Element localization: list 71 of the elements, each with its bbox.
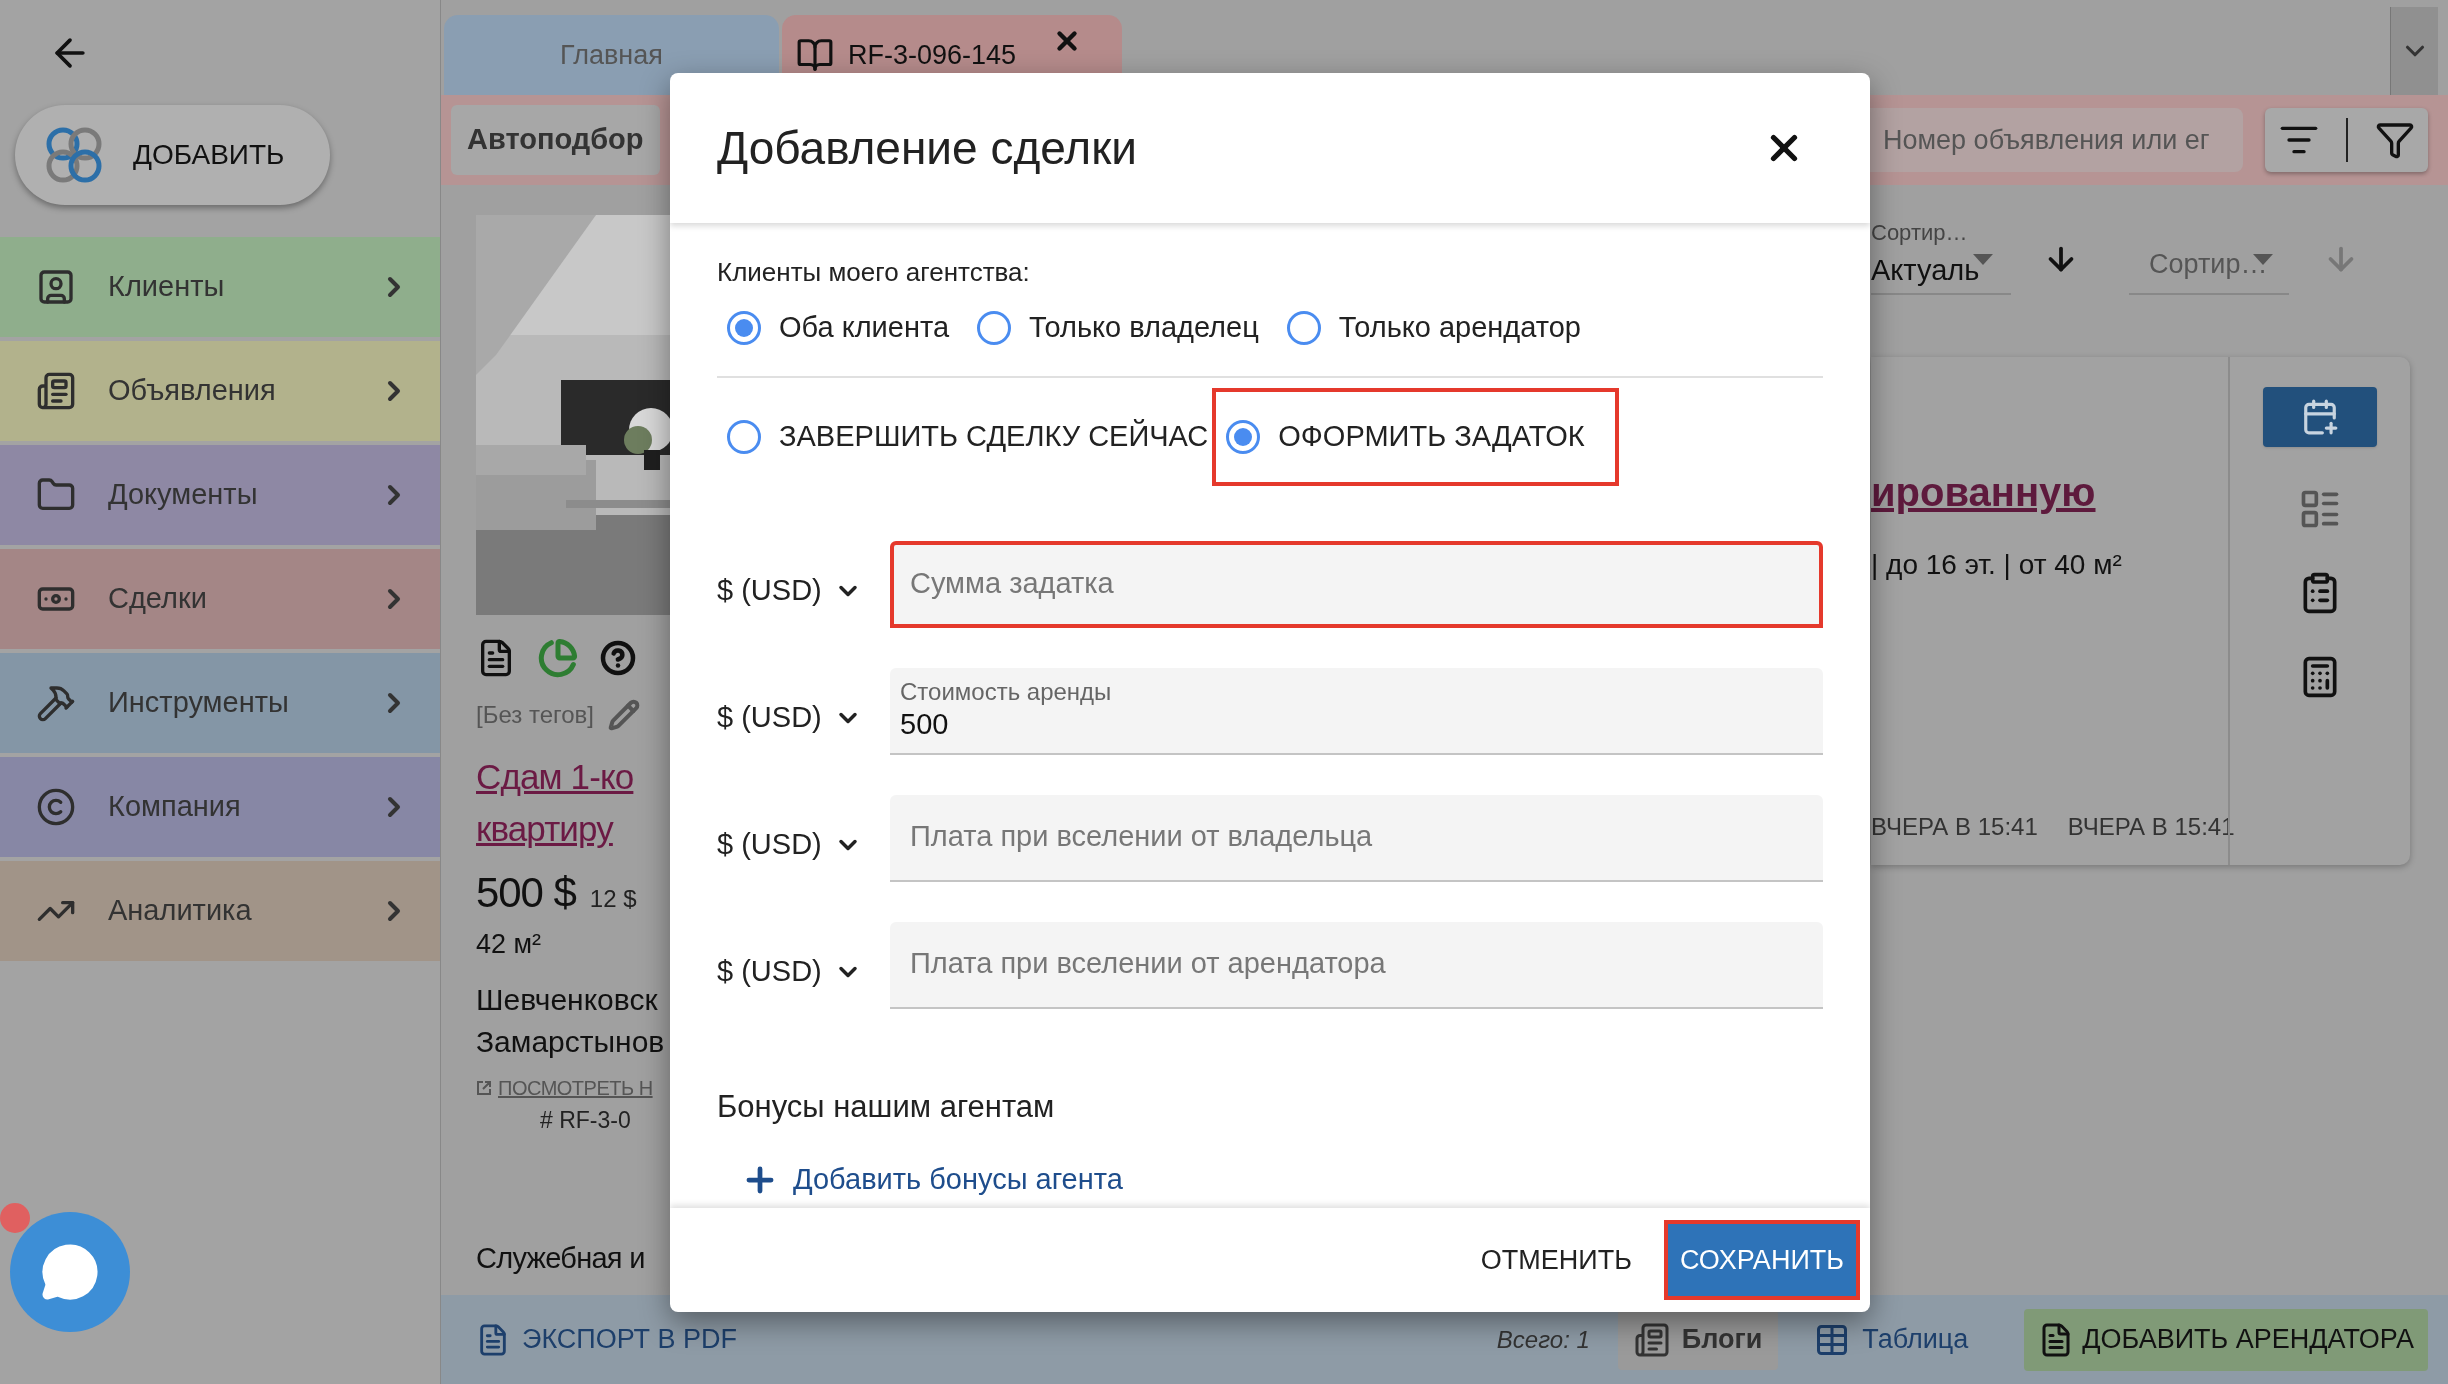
listing-address: Шевченковск Замарстынов <box>476 981 666 1060</box>
sidebar-item-label: Компания <box>108 789 242 825</box>
contact-card-icon <box>36 267 76 307</box>
amount-field[interactable]: Плата при вселении от владельца <box>890 794 1823 882</box>
currency-select[interactable]: $ (USD) <box>717 936 890 994</box>
radio-button[interactable] <box>727 419 761 454</box>
radio-button[interactable] <box>977 310 1012 345</box>
currency-select[interactable]: $ (USD) <box>717 809 890 867</box>
request-params: | до 16 эт. | от 40 м² <box>1871 548 2123 582</box>
copyright-icon <box>36 787 76 827</box>
calendar-plus-icon <box>2301 398 2339 436</box>
filter-icon[interactable] <box>2374 120 2415 160</box>
amount-field[interactable]: Сумма задатка <box>890 540 1823 628</box>
currency-select[interactable]: $ (USD) <box>717 682 890 740</box>
listing-title[interactable]: Сдам 1-ко квартиру <box>476 751 671 855</box>
sidebar-item-label: Объявления <box>108 373 277 409</box>
sort-select[interactable]: Сортир… <box>2129 235 2289 295</box>
radio-button[interactable] <box>727 310 761 345</box>
sidebar-item-label: Аналитика <box>108 893 253 929</box>
date-label: ВЧЕРА В 15:41 <box>1871 812 2038 842</box>
add-button[interactable]: ДОБАВИТЬ <box>15 105 330 205</box>
sidebar-item-label: Клиенты <box>108 269 226 305</box>
add-tenant-button[interactable]: ДОБАВИТЬ АРЕНДАТОРА <box>2024 1308 2428 1371</box>
bonuses-title: Бонусы нашим агентам <box>717 1087 1056 1126</box>
request-title[interactable]: ированную <box>1871 462 2228 522</box>
sidebar-item[interactable]: Сделки <box>0 549 440 649</box>
add-bonus-link[interactable]: Добавить бонусы агента <box>793 1158 1123 1202</box>
sidebar-item-label: Сделки <box>108 581 208 617</box>
edit-icon[interactable] <box>608 699 640 731</box>
amount-field[interactable]: Стоимость аренды 500 <box>890 667 1823 755</box>
listing-area: 42 м² <box>476 924 671 965</box>
dialog-title: Добавление сделки <box>717 120 1138 176</box>
radio-label[interactable]: Только арендатор <box>1338 306 1581 350</box>
tags-label: [Без тегов] <box>476 700 594 730</box>
radio-label[interactable]: Только владелец <box>1029 306 1259 350</box>
sidebar-item[interactable]: Аналитика <box>0 861 440 961</box>
sidebar-item[interactable]: Инструменты <box>0 653 440 753</box>
total-count: Всего: 1 <box>1496 1324 1590 1355</box>
newspaper-icon <box>1633 1321 1670 1358</box>
sidebar-item[interactable]: Компания <box>0 757 440 857</box>
listing-id: # RF-3-0 <box>539 1105 632 1135</box>
section-title: Служебная и <box>476 1241 646 1276</box>
hammer-icon <box>36 683 76 723</box>
clients-label: Клиенты моего агентства: <box>717 256 1031 289</box>
external-link-icon <box>476 1079 492 1096</box>
save-button[interactable]: СОХРАНИТЬ <box>1663 1220 1860 1300</box>
currency-select[interactable]: $ (USD) <box>717 555 890 613</box>
chat-icon <box>40 1242 100 1302</box>
view-toggle[interactable]: Блоги <box>1617 1309 1779 1370</box>
sidebar-item-label: Инструменты <box>108 685 290 721</box>
view-toggle[interactable]: Таблица <box>1798 1309 1985 1370</box>
sidebar-item[interactable]: Документы <box>0 445 440 545</box>
radio-button[interactable] <box>1286 310 1321 345</box>
newspaper-icon <box>36 371 76 411</box>
sidebar-item-label: Документы <box>108 477 259 513</box>
amount-field[interactable]: Плата при вселении от арендатора <box>890 921 1823 1009</box>
sidebar-item[interactable]: Объявления <box>0 341 440 441</box>
listing-price: 500 $ <box>476 868 576 918</box>
question-icon[interactable] <box>600 640 636 676</box>
radio-label[interactable]: Оба клиента <box>779 306 950 350</box>
add-event-button[interactable] <box>2263 387 2377 447</box>
autoselect-button[interactable]: Автоподбор <box>451 105 660 175</box>
price-per-m2: 12 $ <box>589 884 637 914</box>
view-link[interactable]: ПОСМОТРЕТЬ Н <box>498 1072 653 1103</box>
export-pdf-button[interactable]: ЭКСПОРТ В PDF <box>522 1319 738 1360</box>
radio-label[interactable]: ЗАВЕРШИТЬ СДЕЛКУ СЕЙЧАС <box>779 414 1209 459</box>
sidebar-item[interactable]: Клиенты <box>0 237 440 337</box>
tab[interactable]: Главная <box>444 15 779 95</box>
radio-label[interactable]: ОФОРМИТЬ ЗАДАТОК <box>1278 414 1585 459</box>
radio-button[interactable] <box>1226 419 1261 454</box>
book-icon <box>796 36 834 74</box>
